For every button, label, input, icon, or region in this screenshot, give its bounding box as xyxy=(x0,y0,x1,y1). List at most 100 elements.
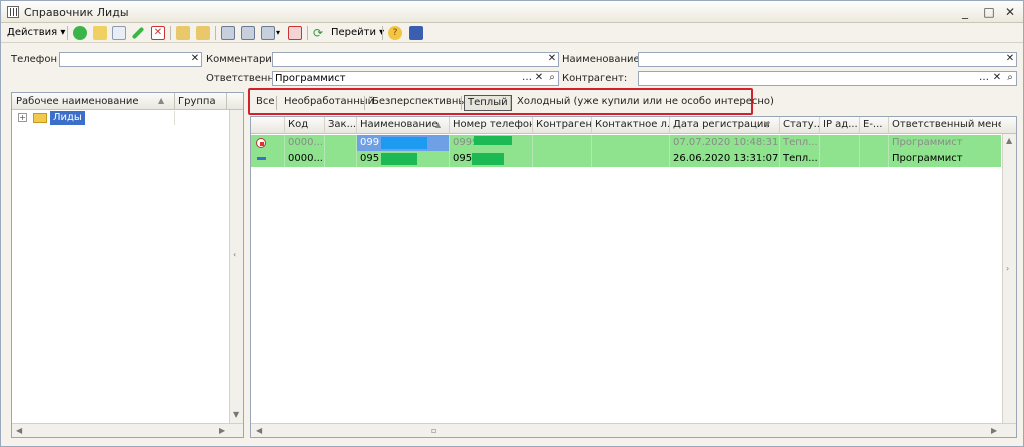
redaction-mark xyxy=(472,153,504,165)
goto-menu[interactable]: Перейти ▾ xyxy=(331,25,384,41)
status-tabs: Все Необработанный Безперспективный Тепл… xyxy=(248,88,774,115)
filter-value-icon[interactable] xyxy=(241,26,255,40)
hierarchy-icon[interactable] xyxy=(176,26,190,40)
name-cell[interactable]: 099 xyxy=(357,135,450,151)
table-vertical-scrollbar[interactable]: ▲ › xyxy=(1002,134,1016,423)
minimize-button[interactable]: _ xyxy=(957,4,973,20)
counterparty-select-icon[interactable]: … xyxy=(978,71,990,85)
phone-field[interactable] xyxy=(59,52,202,67)
responsible-select-icon[interactable]: … xyxy=(521,71,533,85)
phone-value: 095 xyxy=(453,153,473,164)
redaction-mark xyxy=(381,153,417,165)
edit-icon[interactable] xyxy=(131,26,145,40)
counterparty-label: Контрагент: xyxy=(562,73,628,84)
responsible-search-icon[interactable]: ⌕ xyxy=(546,71,558,85)
counterparty-field[interactable] xyxy=(638,71,1017,86)
name-clear-icon[interactable]: ✕ xyxy=(1004,52,1016,66)
comment-clear-icon[interactable]: ✕ xyxy=(546,52,558,66)
filter-icon[interactable] xyxy=(221,26,235,40)
redaction-mark xyxy=(381,137,427,149)
manager-cell: Программист xyxy=(892,137,963,148)
col-header-email[interactable]: E-... xyxy=(860,117,889,134)
phone-clear-icon[interactable]: ✕ xyxy=(189,52,201,66)
comment-field[interactable] xyxy=(272,52,559,67)
actions-menu[interactable]: Действия ▾ xyxy=(7,25,65,41)
goto-label: Перейти xyxy=(331,27,376,38)
order-cell xyxy=(325,151,357,167)
col-header-registration-date[interactable]: Дата регистрации ▼ xyxy=(670,117,780,134)
col-header-group[interactable]: Группа xyxy=(178,96,216,107)
filter-dropdown-icon[interactable]: ▾ xyxy=(276,25,280,41)
manager-cell: Программист xyxy=(892,153,963,164)
copy-icon[interactable] xyxy=(112,26,126,40)
clear-filter-icon[interactable] xyxy=(288,26,302,40)
row-status-cell xyxy=(251,151,285,167)
col-header-code[interactable]: Код xyxy=(285,117,325,134)
delete-icon[interactable]: ✕ xyxy=(151,26,165,40)
tree-horizontal-scrollbar[interactable]: ◀ ▶ xyxy=(12,423,243,437)
status-cell: Тепл... xyxy=(780,135,820,151)
contact-cell xyxy=(592,135,670,151)
col-header-order[interactable]: Зак... xyxy=(325,117,357,134)
table-row[interactable]: 0000... 099 0999 07.07.2020 10:48:31 Теп… xyxy=(251,135,1001,151)
maximize-button[interactable]: □ xyxy=(981,4,997,20)
table-horizontal-scrollbar[interactable]: ◀ ▫ ▶ xyxy=(251,423,1016,437)
counterparty-clear-icon[interactable]: ✕ xyxy=(991,71,1003,85)
order-cell xyxy=(325,135,357,151)
name-field[interactable] xyxy=(638,52,1017,67)
element-icon xyxy=(257,157,266,160)
col-header-status[interactable]: Стату... xyxy=(780,117,820,134)
add-icon[interactable] xyxy=(73,26,87,40)
col-header-contact[interactable]: Контактное л... xyxy=(592,117,670,134)
code-cell: 0000... xyxy=(285,135,325,151)
help-icon[interactable]: ? xyxy=(388,26,402,40)
table-row[interactable]: 0000... 095 095 26.06.2020 13:31:07 Тепл… xyxy=(251,151,1001,167)
responsible-field[interactable]: Программист xyxy=(272,71,559,86)
date-cell: 07.07.2020 10:48:31 xyxy=(670,135,780,151)
col-header-name[interactable]: Наименование ▲ xyxy=(357,117,450,134)
tree-vertical-scrollbar[interactable]: ▼ ‹ xyxy=(229,110,243,423)
tab-cold[interactable]: Холодный (уже купили или не особо интере… xyxy=(514,95,777,111)
col-header-manager[interactable]: Ответственный менеджер xyxy=(889,117,1001,134)
toolbar-separator xyxy=(67,26,68,40)
toolbar-separator xyxy=(382,26,383,40)
name-label: Наименование : xyxy=(562,54,647,65)
name-cell[interactable]: 095 xyxy=(357,151,450,167)
col-header-counterparty[interactable]: Контрагент xyxy=(533,117,592,134)
col-header-phone[interactable]: Номер телефона xyxy=(450,117,533,134)
responsible-clear-icon[interactable]: ✕ xyxy=(533,71,545,85)
sort-asc-icon: ▲ xyxy=(158,96,165,105)
tab-unprocessed[interactable]: Необработанный xyxy=(281,95,377,111)
phone-icon[interactable] xyxy=(409,26,423,40)
expand-icon[interactable]: + xyxy=(18,113,27,122)
email-cell xyxy=(860,135,889,151)
leads-table: Код Зак... Наименование ▲ Номер телефона … xyxy=(250,116,1017,438)
col-header-ip[interactable]: IP ад... xyxy=(820,117,860,134)
col-header-icon xyxy=(251,117,285,134)
counterparty-search-icon[interactable]: ⌕ xyxy=(1004,71,1016,85)
sort-asc-icon: ▲ xyxy=(435,120,442,129)
comment-label: Комментарий: xyxy=(206,54,282,65)
toolbar-separator xyxy=(215,26,216,40)
phone-cell: 095 xyxy=(450,151,533,167)
col-header-name-label: Наименование xyxy=(360,119,438,130)
refresh-icon[interactable]: ⟳ xyxy=(313,25,323,41)
close-button[interactable]: ✕ xyxy=(1002,4,1018,20)
counterparty-cell xyxy=(533,151,592,167)
window-title: Справочник Лиды xyxy=(24,6,129,19)
col-header-work-name[interactable]: Рабочее наименование xyxy=(16,96,139,107)
move-to-group-icon[interactable] xyxy=(196,26,210,40)
status-cell: Тепл... xyxy=(780,151,820,167)
title-bar: Справочник Лиды _ □ ✕ xyxy=(1,1,1023,23)
ip-cell xyxy=(820,151,860,167)
folder-icon xyxy=(33,113,47,123)
tab-all[interactable]: Все xyxy=(253,95,278,111)
actions-label: Действия xyxy=(7,27,58,38)
filter-list-icon[interactable] xyxy=(261,26,275,40)
toolbar: Действия ▾ ✕ ▾ ⟳ Перейти ▾ ? xyxy=(1,23,1023,43)
add-folder-icon[interactable] xyxy=(93,26,107,40)
tab-unpromising[interactable]: Безперспективный xyxy=(369,95,476,111)
name-value: 099 xyxy=(360,137,380,148)
tab-warm[interactable]: Теплый xyxy=(464,95,512,111)
tree-item-leads[interactable]: + Лиды xyxy=(12,111,243,125)
